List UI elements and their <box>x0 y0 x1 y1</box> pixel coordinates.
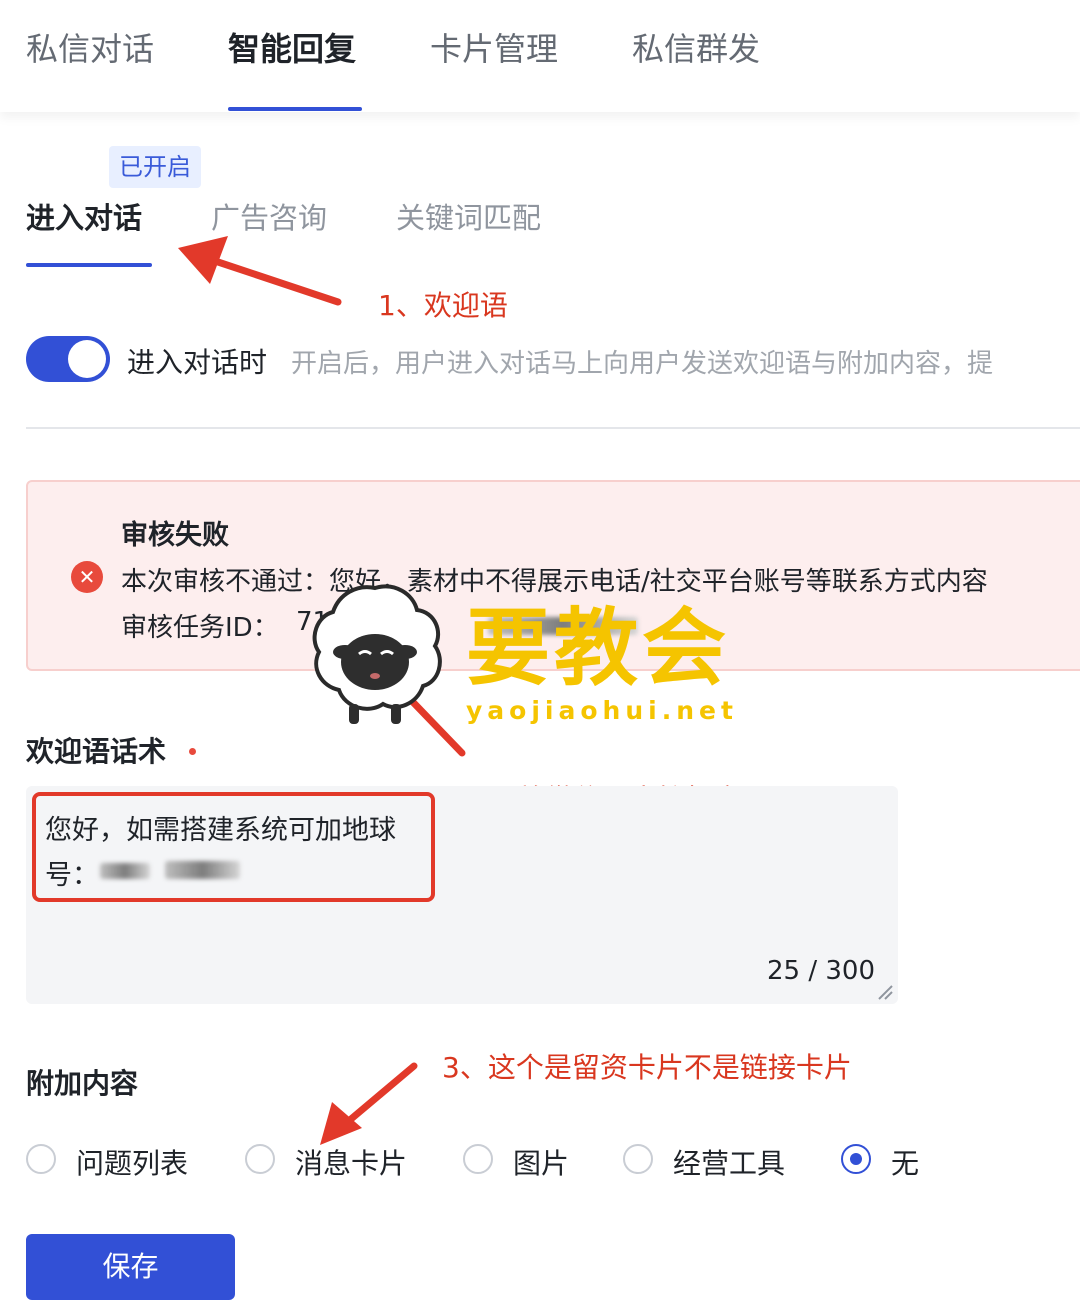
radio-none[interactable] <box>841 1144 871 1174</box>
radio-image[interactable] <box>463 1144 493 1174</box>
welcome-label: 欢迎语话术 <box>26 735 167 768</box>
welcome-text-line2: 号： <box>45 860 99 891</box>
watermark-title: 要教会 <box>466 599 731 697</box>
alert-title: 审核失败 <box>121 520 229 551</box>
arrow-1-shaft <box>208 256 342 306</box>
redacted-block <box>100 863 150 879</box>
sheep-logo-icon <box>312 584 442 724</box>
radio-business-tools[interactable] <box>623 1144 653 1174</box>
toggle-knob <box>68 340 106 378</box>
required-dot <box>189 748 196 755</box>
radio-label-question-list[interactable]: 问题列表 <box>76 1142 188 1182</box>
watermark-url: yaojiaohui.net <box>466 696 738 725</box>
radio-label-image[interactable]: 图片 <box>513 1142 569 1182</box>
radio-label-business-tools[interactable]: 经营工具 <box>673 1142 785 1182</box>
radio-label-none[interactable]: 无 <box>891 1142 919 1182</box>
annotation-lead-card: 3、这个是留资卡片不是链接卡片 <box>442 1051 852 1084</box>
enter-chat-toggle[interactable] <box>26 336 110 382</box>
redacted-block <box>165 861 240 879</box>
welcome-text-line1: 您好，如需搭建系统可加地球 <box>45 815 396 846</box>
save-button[interactable]: 保存 <box>26 1234 235 1300</box>
alert-task-id-label: 审核任务ID： <box>121 613 279 643</box>
annotation-welcome: 1、欢迎语 <box>378 289 508 322</box>
radio-message-card[interactable] <box>245 1144 275 1174</box>
resize-handle-icon[interactable] <box>877 984 893 1000</box>
char-counter: 25 / 300 <box>767 956 875 986</box>
attachment-label: 附加内容 <box>26 1067 139 1100</box>
toggle-label: 进入对话时 <box>127 346 268 379</box>
toggle-description: 开启后，用户进入对话马上向用户发送欢迎语与附加内容，提 <box>291 349 994 379</box>
arrow-3-head <box>320 1102 362 1145</box>
divider <box>26 427 1080 429</box>
error-x-icon: ✕ <box>71 561 103 593</box>
radio-question-list[interactable] <box>26 1144 56 1174</box>
radio-label-message-card[interactable]: 消息卡片 <box>295 1142 407 1182</box>
